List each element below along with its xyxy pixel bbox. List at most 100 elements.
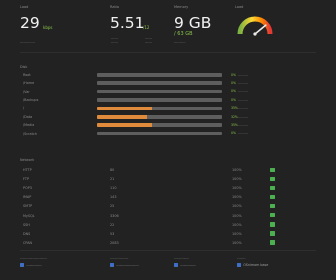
footer-link[interactable]: OSnimom base [237,263,297,268]
stat-speed-label: Load [20,5,29,9]
service-row: POP3 110 100% [0,184,336,192]
disk-name: /Var [23,89,30,94]
service-port: 110 [110,186,117,191]
disk-row: /Home 0% --------- [0,80,336,88]
usage-bar [97,123,222,127]
usage-bar [97,81,222,85]
footer-column: ---------------------- ------------- [20,256,80,268]
disk-row: /Backups 0% --------- [0,97,336,105]
status-online-icon [270,176,275,182]
disk-name: /Data [23,114,33,119]
footer-divider [20,250,316,251]
service-uptime: 100% [232,186,242,191]
usage-bar [97,73,222,77]
stat-memory-value: 9 GB [174,14,212,32]
footer-column-title: ------- [237,256,246,260]
usage-percent: 0% [231,97,236,102]
disk-size: --------- [238,72,249,77]
service-row: MySQL 3306 100% [0,212,336,220]
link-icon [174,263,179,268]
service-name: FTP [23,177,30,182]
service-row: DNS 53 100% [0,230,336,238]
service-row: SMTP 25 100% [0,202,336,210]
disk-name: Root [23,72,31,77]
disk-name: / [23,106,25,111]
service-name: POP3 [23,186,32,191]
service-name: SMTP [23,204,33,209]
footer-link[interactable]: ------------- [20,263,80,268]
service-row: IMAP 143 100% [0,193,336,201]
disk-name: /Backups [23,98,39,103]
usage-percent: 0% [231,72,236,77]
status-online-icon [270,213,275,218]
usage-percent: 35% [231,122,238,127]
usage-percent: 0% [231,131,236,136]
service-name: MySQL [23,213,35,218]
service-name: DNS [23,231,31,236]
status-online-icon [270,194,275,200]
service-uptime: 100% [232,177,242,182]
usage-percent: 32% [231,114,238,119]
service-port: 53 [110,231,115,236]
stat-gauge-label: Load [235,5,244,9]
stat-ratio-sub4: ------ [145,40,152,44]
service-uptime: 100% [232,231,242,236]
disk-size: --------- [238,122,249,127]
stat-memory-unit: / 63 GB [174,31,193,37]
footer-link-text[interactable]: ------------- [26,263,41,267]
disk-row: /Var 0% --------- [0,88,336,96]
network-section-title: Network [20,158,35,162]
disk-size: --------- [238,80,249,85]
disk-name: /Scratch [23,131,37,136]
disk-size: --------- [238,114,249,119]
disk-size: --------- [238,97,249,102]
disk-name: /Media [23,123,35,128]
usage-bar [97,115,222,119]
service-name: HTTP [23,168,32,172]
usage-bar-fill [97,123,152,127]
usage-bar-fill [97,106,152,111]
footer-column-title: --------------- [110,256,129,260]
disk-size: --------- [238,89,249,94]
footer-link-text[interactable]: ------------------- [116,263,139,267]
usage-percent: 0% [231,80,236,85]
footer-link[interactable]: ------------------- [110,263,170,268]
stat-speed-unit: kbps [43,25,53,30]
status-online-icon [270,203,275,209]
disk-row: /Scratch 0% --------- [0,130,336,138]
service-name: CPAN [23,240,33,245]
usage-bar [97,89,222,94]
service-uptime: 100% [232,213,242,218]
service-row: HTTP 80 100% [0,166,336,174]
usage-bar-fill [97,115,147,119]
service-name: IMAP [23,195,32,200]
stat-speed-sub: ------------- [20,40,35,44]
disk-row: /Data 32% --------- [0,114,336,122]
link-icon [110,263,115,268]
footer-column: ------- OSnimom base [237,256,297,268]
usage-bar [97,106,222,111]
status-online-icon [270,167,275,172]
stat-ratio-sub2: ------ [111,40,118,44]
service-port: 21 [110,177,115,182]
status-online-icon [270,185,275,191]
service-port: 2083 [110,240,119,245]
stat-ratio-value: 5.51 [110,14,145,32]
service-row: SSH 22 100% [0,221,336,229]
service-uptime: 100% [232,195,242,200]
footer-link-text[interactable]: OSnimom base [243,263,268,267]
service-row: FTP 21 100% [0,175,336,183]
disk-size: --------- [238,131,249,136]
usage-bar [97,131,222,136]
footer-link[interactable]: ------------- [174,263,234,268]
stat-speed-value: 29 [20,14,40,32]
disk-row: /Media 35% --------- [0,122,336,130]
disk-name: /Home [23,81,35,86]
divider [20,52,316,53]
footer-link-text[interactable]: ------------- [180,263,195,267]
status-online-icon [270,222,275,227]
service-uptime: 100% [232,168,242,172]
gauge-icon [237,16,273,36]
service-port: 3306 [110,213,119,218]
disk-row: / 35% --------- [0,105,336,113]
